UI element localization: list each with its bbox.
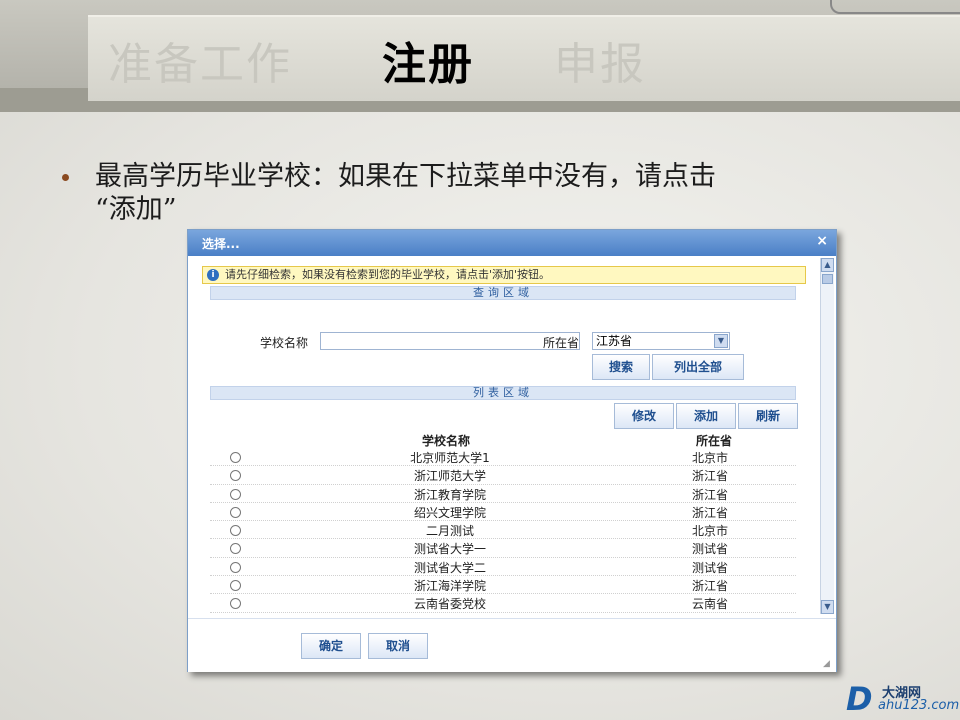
bullet-line-1: 最高学历毕业学校：如果在下拉菜单中没有，请点击 [95, 161, 716, 192]
table-row[interactable]: 测试省大学二 测试省 [210, 558, 796, 577]
table-row[interactable]: 绍兴文理学院 浙江省 [210, 503, 796, 522]
school-name-input[interactable] [320, 332, 580, 350]
row-radio[interactable] [230, 488, 241, 500]
province-label: 所在省 [543, 336, 580, 350]
dialog-footer: 确定 取消 ◢ [188, 618, 836, 672]
row-school-name: 绍兴文理学院 [413, 505, 486, 520]
refresh-button[interactable]: 刷新 [738, 403, 798, 429]
watermark-url: ahu123.com [878, 698, 960, 713]
row-province: 浙江省 [691, 579, 728, 594]
row-province: 浙江省 [691, 487, 728, 502]
table-row[interactable]: 二月测试 北京市 [210, 521, 796, 540]
list-all-button[interactable]: 列出全部 [652, 354, 744, 380]
table-row[interactable]: 浙江师范大学 浙江省 [210, 466, 796, 485]
school-list: 北京师范大学1 北京市 浙江师范大学 浙江省 浙江教育学院 浙江省 绍兴文理学院 浙江省 二月测… [210, 448, 796, 616]
scrollbar[interactable]: ▲ ▼ [820, 258, 834, 614]
column-header-school: 学校名称 [422, 434, 471, 448]
table-row[interactable]: 浙江教育学院 浙江省 [210, 485, 796, 503]
resize-grip-icon[interactable]: ◢ [823, 659, 833, 669]
scroll-up-icon[interactable]: ▲ [821, 258, 834, 272]
scroll-down-icon[interactable]: ▼ [821, 600, 834, 614]
table-row[interactable]: 北京师范大学1 北京市 [210, 448, 796, 467]
query-section-header: 查询区域 [210, 286, 796, 300]
site-watermark: D 大湖网 ahu123.com [846, 680, 960, 718]
row-school-name: 浙江海洋学院 [413, 579, 486, 594]
add-button[interactable]: 添加 [676, 403, 736, 429]
row-radio[interactable] [230, 580, 241, 592]
row-province: 测试省 [691, 542, 728, 557]
row-school-name: 测试省大学一 [413, 542, 486, 557]
notice-text: 请先仔细检索，如果没有检索到您的毕业学校，请点击'添加'按钮。 [225, 268, 551, 281]
row-province: 浙江省 [691, 469, 728, 484]
nav-apply: 申报 [554, 39, 646, 90]
bullet-line-2: “添加” [95, 194, 177, 225]
row-radio[interactable] [230, 525, 241, 537]
bullet-icon [62, 174, 69, 181]
nav-prepare: 准备工作 [108, 39, 292, 90]
notice-banner: i 请先仔细检索，如果没有检索到您的毕业学校，请点击'添加'按钮。 [202, 266, 806, 284]
table-row[interactable]: 贺州学院 广西壮族自治区 [210, 613, 796, 617]
table-row[interactable]: 测试省大学一 测试省 [210, 539, 796, 558]
row-school-name: 浙江师范大学 [413, 469, 486, 484]
row-school-name: 贺州学院 [340, 614, 560, 617]
row-school-name: 云南省委党校 [413, 597, 486, 612]
row-province: 北京市 [691, 524, 728, 539]
row-radio[interactable] [230, 470, 241, 482]
close-icon[interactable]: × [816, 233, 828, 249]
row-province: 北京市 [691, 451, 728, 465]
watermark-logo: D [846, 680, 873, 718]
row-radio[interactable] [230, 543, 241, 555]
ok-button[interactable]: 确定 [301, 633, 361, 659]
dialog-title: 选择... [202, 237, 240, 251]
row-radio[interactable] [230, 506, 241, 518]
province-select[interactable]: 江苏省 ▼ [592, 332, 730, 350]
chevron-down-icon[interactable]: ▼ [714, 334, 728, 348]
dialog-body: i 请先仔细检索，如果没有检索到您的毕业学校，请点击'添加'按钮。 查询区域 学… [202, 262, 820, 616]
row-school-name: 测试省大学二 [413, 560, 486, 575]
scroll-thumb[interactable] [822, 274, 833, 284]
search-button[interactable]: 搜索 [592, 354, 650, 380]
edit-button[interactable]: 修改 [614, 403, 674, 429]
bullet-text: 最高学历毕业学校：如果在下拉菜单中没有，请点击 “添加” [95, 160, 855, 226]
row-radio[interactable] [230, 598, 241, 610]
row-province: 云南省 [691, 597, 728, 612]
table-row[interactable]: 浙江海洋学院 浙江省 [210, 576, 796, 595]
info-icon: i [207, 269, 219, 281]
row-province: 浙江省 [691, 505, 728, 520]
select-school-dialog: 选择... × i 请先仔细检索，如果没有检索到您的毕业学校，请点击'添加'按钮… [187, 229, 837, 672]
row-school-name: 二月测试 [425, 524, 474, 539]
cancel-button[interactable]: 取消 [368, 633, 428, 659]
dialog-titlebar[interactable]: 选择... × [188, 230, 836, 256]
row-school-name: 浙江教育学院 [413, 487, 486, 502]
list-section-header: 列表区域 [210, 386, 796, 400]
school-name-label: 学校名称 [260, 336, 309, 350]
row-radio[interactable] [230, 561, 241, 573]
column-header-province: 所在省 [696, 434, 733, 448]
nav-register: 注册 [382, 39, 474, 90]
table-row[interactable]: 云南省委党校 云南省 [210, 594, 796, 613]
row-radio[interactable] [230, 452, 241, 463]
province-select-value: 江苏省 [596, 334, 633, 348]
corner-decoration [830, 0, 960, 14]
row-school-name: 北京师范大学1 [410, 451, 490, 465]
row-province: 测试省 [691, 560, 728, 575]
row-province: 广西壮族自治区 [630, 614, 790, 617]
